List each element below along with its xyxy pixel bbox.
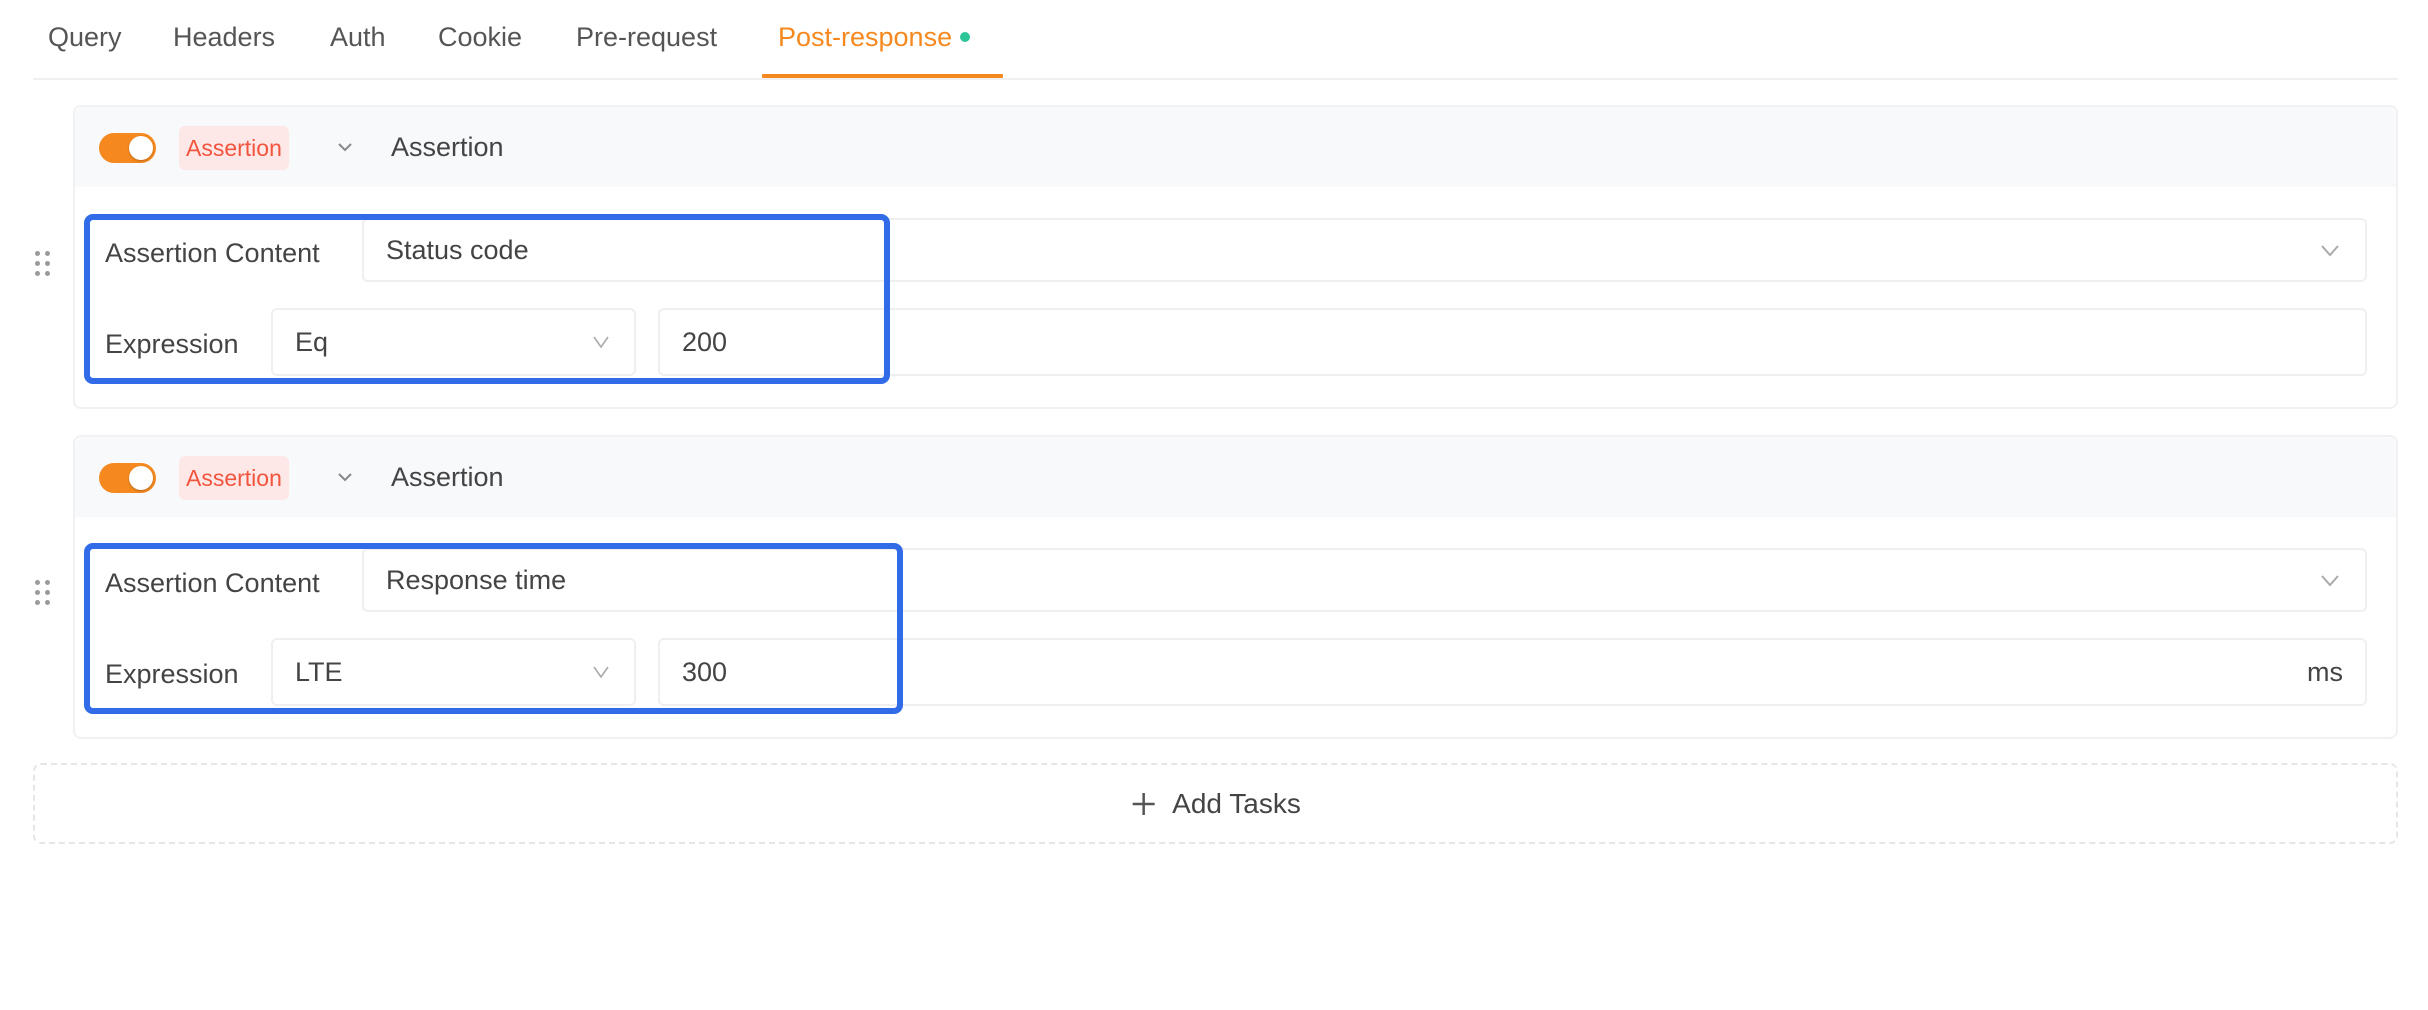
chevron-down-icon [593,666,609,679]
tab-query[interactable]: Query [48,18,122,56]
expected-value-input[interactable]: 200 [658,308,2367,376]
assertion-card: Assertion Assertion Assertion Content Re… [73,435,2398,739]
task-type-badge: Assertion [179,456,289,500]
plus-icon [1132,792,1155,815]
drag-handle[interactable] [35,580,51,606]
expected-value: 300 [682,657,728,687]
collapse-chevron-icon[interactable] [331,463,359,491]
tab-post-response[interactable]: Post-response [778,18,971,56]
tab-auth[interactable]: Auth [330,18,386,56]
assertion-content-select[interactable]: Status code [362,218,2367,282]
assertion-title[interactable]: Assertion [391,127,504,167]
chevron-down-icon [593,336,609,349]
enable-toggle[interactable] [99,463,156,493]
expression-label: Expression [105,329,239,359]
toggle-knob [129,466,153,490]
operator-select[interactable]: LTE [271,638,636,706]
operator-select[interactable]: Eq [271,308,636,376]
unit-suffix: ms [2307,657,2343,687]
operator-value: LTE [295,657,343,687]
assertion-content-label: Assertion Content [105,568,320,598]
drag-handle[interactable] [35,251,51,277]
assertion-card: Assertion Assertion Assertion Content St… [73,105,2398,409]
assertion-title[interactable]: Assertion [391,457,504,497]
operator-value: Eq [295,327,329,357]
chevron-down-icon [2321,245,2339,257]
tabs-divider [33,78,2398,80]
chevron-down-icon [2321,575,2339,587]
assertion-content-value: Response time [386,565,567,595]
modified-indicator-dot [960,31,971,42]
task-type-badge: Assertion [179,126,289,170]
assertion-content-label: Assertion Content [105,238,320,268]
collapse-chevron-icon[interactable] [331,133,359,161]
assertion-card-header: Assertion Assertion [75,107,2396,187]
add-tasks-label: Add Tasks [1172,787,1301,819]
expected-value: 200 [682,327,728,357]
expected-value-input[interactable]: 300 ms [658,638,2367,706]
tab-headers[interactable]: Headers [173,18,275,56]
enable-toggle[interactable] [99,133,156,163]
assertion-card-header: Assertion Assertion [75,437,2396,517]
tab-pre-request[interactable]: Pre-request [576,18,717,56]
assertion-content-select[interactable]: Response time [362,548,2367,612]
assertion-content-value: Status code [386,235,529,265]
tab-post-response-label: Post-response [778,22,953,52]
toggle-knob [129,136,153,160]
expression-label: Expression [105,659,239,689]
tab-cookie[interactable]: Cookie [438,18,522,56]
add-tasks-button[interactable]: Add Tasks [33,763,2398,844]
